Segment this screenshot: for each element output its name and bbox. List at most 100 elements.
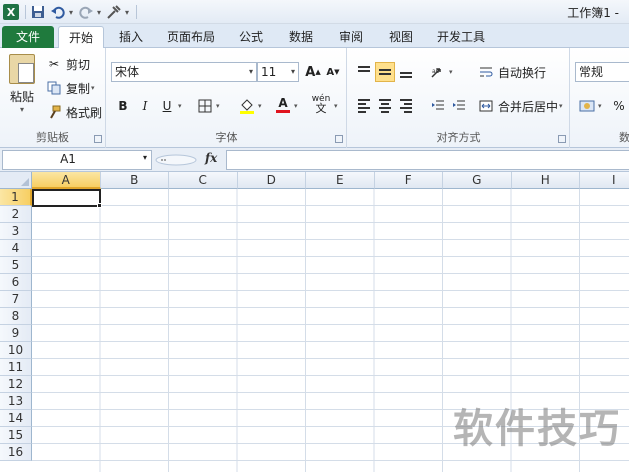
font-color-button[interactable]: A <box>273 94 293 114</box>
tab-view[interactable]: 视图 <box>380 26 422 48</box>
redo-icon[interactable] <box>77 3 95 21</box>
name-box-dropdown-icon[interactable]: ▾ <box>143 153 147 162</box>
row-header-9[interactable]: 9 <box>0 325 32 342</box>
column-header-i[interactable]: I <box>580 172 629 189</box>
align-center-button[interactable] <box>375 96 395 116</box>
tab-home[interactable]: 开始 <box>58 26 104 49</box>
align-bottom-button[interactable] <box>396 62 416 82</box>
row-header-7[interactable]: 7 <box>0 291 32 308</box>
row-header-1[interactable]: 1 <box>0 189 32 206</box>
borders-dropdown-icon[interactable]: ▾ <box>216 102 220 110</box>
select-all-button[interactable] <box>0 172 32 189</box>
formula-input[interactable] <box>226 150 629 170</box>
row-header-5[interactable]: 5 <box>0 257 32 274</box>
row-header-11[interactable]: 11 <box>0 359 32 376</box>
row-header-12[interactable]: 12 <box>0 376 32 393</box>
formula-bar-splitter-icon[interactable] <box>154 154 198 166</box>
underline-button[interactable]: U <box>157 96 177 116</box>
phonetic-button[interactable]: wén 文 <box>311 94 331 115</box>
percent-button[interactable]: % <box>609 96 629 116</box>
font-launcher-icon[interactable] <box>335 135 343 143</box>
column-header-a[interactable]: A <box>32 172 101 189</box>
merge-center-dropdown-icon[interactable]: ▾ <box>559 102 563 110</box>
phonetic-dropdown-icon[interactable]: ▾ <box>334 102 338 110</box>
row-header-8[interactable]: 8 <box>0 308 32 325</box>
fill-color-dropdown-icon[interactable]: ▾ <box>258 102 262 110</box>
align-top-button[interactable] <box>354 62 374 82</box>
row-header-15[interactable]: 15 <box>0 427 32 444</box>
shrink-font-button[interactable]: A ▼ <box>323 62 343 82</box>
name-box[interactable]: A1 ▾ <box>2 150 152 170</box>
save-icon[interactable] <box>29 3 47 21</box>
column-header-b[interactable]: B <box>100 172 169 189</box>
copy-dropdown-icon[interactable]: ▾ <box>91 84 95 92</box>
align-left-button[interactable] <box>354 96 374 116</box>
tab-developer[interactable]: 开发工具 <box>430 26 492 48</box>
row-header-14[interactable]: 14 <box>0 410 32 427</box>
accounting-format-button[interactable] <box>577 96 597 116</box>
tab-page-layout[interactable]: 页面布局 <box>160 26 222 48</box>
font-size-combo[interactable]: 11 ▾ <box>257 62 299 82</box>
fill-color-button[interactable] <box>237 96 257 116</box>
increase-indent-button[interactable] <box>449 96 469 116</box>
undo-dropdown-icon[interactable]: ▾ <box>69 8 73 17</box>
tab-file[interactable]: 文件 <box>2 26 54 48</box>
accounting-dropdown-icon[interactable]: ▾ <box>598 102 602 110</box>
number-format-combo[interactable]: 常规 <box>575 62 629 82</box>
decrease-indent-button[interactable] <box>428 96 448 116</box>
column-header-h[interactable]: H <box>511 172 580 189</box>
row-header-13[interactable]: 13 <box>0 393 32 410</box>
tab-insert[interactable]: 插入 <box>108 26 154 48</box>
column-header-f[interactable]: F <box>374 172 443 189</box>
tab-review[interactable]: 审阅 <box>330 26 372 48</box>
font-name-dropdown-icon[interactable]: ▾ <box>249 63 253 81</box>
row-header-10[interactable]: 10 <box>0 342 32 359</box>
font-name-combo[interactable]: 宋体 ▾ <box>111 62 257 82</box>
customize-icon[interactable]: ▾ <box>125 8 129 17</box>
wrap-text-button[interactable]: 自动换行 <box>478 62 546 82</box>
row-header-4[interactable]: 4 <box>0 240 32 257</box>
orientation-dropdown-icon[interactable]: ▾ <box>449 68 453 76</box>
cut-button[interactable]: ✂ 剪切 <box>46 54 90 74</box>
borders-button[interactable] <box>195 96 215 116</box>
align-right-button[interactable] <box>396 96 416 116</box>
grow-font-button[interactable]: A ▲ <box>303 62 323 82</box>
tools-icon[interactable] <box>105 3 123 21</box>
format-painter-label: 格式刷 <box>66 105 103 120</box>
active-cell-a1[interactable] <box>32 189 101 207</box>
redo-dropdown-icon[interactable]: ▾ <box>97 8 101 17</box>
align-middle-button[interactable] <box>375 62 395 82</box>
row-header-6[interactable]: 6 <box>0 274 32 291</box>
row-header-3[interactable]: 3 <box>0 223 32 240</box>
undo-icon[interactable] <box>49 3 67 21</box>
tab-formulas[interactable]: 公式 <box>230 26 272 48</box>
copy-button[interactable]: 复制 ▾ <box>46 78 95 98</box>
fill-handle[interactable] <box>97 203 102 208</box>
column-header-c[interactable]: C <box>169 172 238 189</box>
merge-center-button[interactable]: 合并后居中 ▾ <box>478 96 563 116</box>
font-size-dropdown-icon[interactable]: ▾ <box>291 63 295 81</box>
paste-button[interactable]: 粘贴 ▾ <box>4 52 40 116</box>
excel-icon[interactable]: X <box>2 3 20 21</box>
align-left-icon <box>358 99 370 113</box>
column-header-d[interactable]: D <box>237 172 306 189</box>
format-painter-button[interactable]: 格式刷 <box>46 102 102 122</box>
paste-dropdown-icon[interactable]: ▾ <box>4 105 40 114</box>
clipboard-group: 粘贴 ▾ ✂ 剪切 复制 ▾ 格式刷 剪贴板 <box>0 48 106 148</box>
qat-separator-2 <box>136 5 138 19</box>
italic-button[interactable]: I <box>135 96 155 116</box>
row-header-2[interactable]: 2 <box>0 206 32 223</box>
tab-data[interactable]: 数据 <box>280 26 322 48</box>
align-bottom-icon <box>400 72 412 78</box>
bold-button[interactable]: B <box>113 96 133 116</box>
alignment-launcher-icon[interactable] <box>558 135 566 143</box>
underline-dropdown-icon[interactable]: ▾ <box>178 102 182 110</box>
column-header-g[interactable]: G <box>443 172 512 189</box>
insert-function-button[interactable]: fx <box>205 151 217 165</box>
increase-indent-icon <box>453 100 465 110</box>
orientation-button[interactable]: ab <box>428 62 448 82</box>
clipboard-launcher-icon[interactable] <box>94 135 102 143</box>
font-color-dropdown-icon[interactable]: ▾ <box>294 102 298 110</box>
row-header-16[interactable]: 16 <box>0 444 32 461</box>
column-header-e[interactable]: E <box>306 172 375 189</box>
